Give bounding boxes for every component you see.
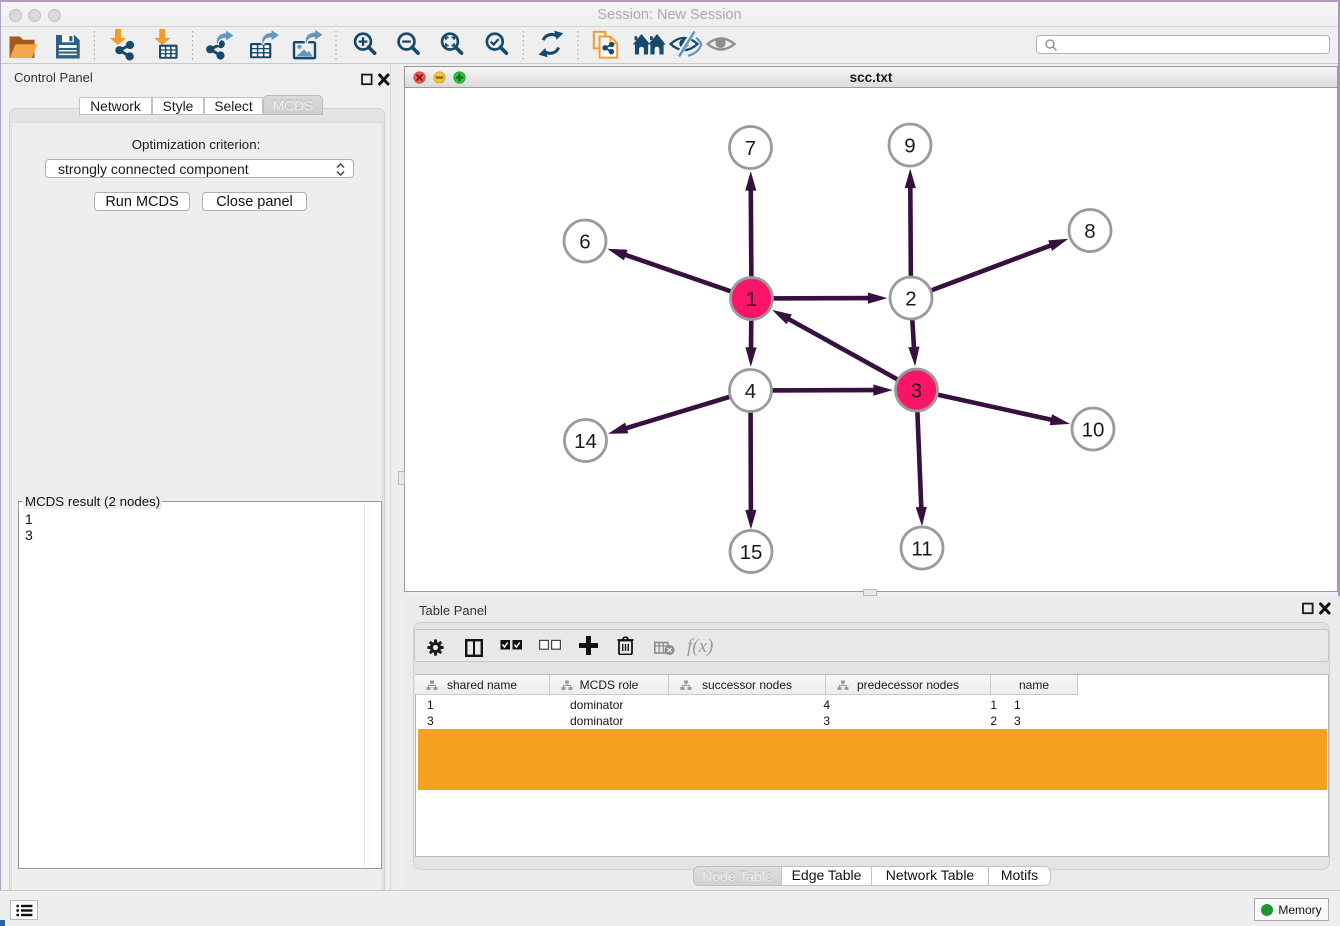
svg-text:11: 11 — [911, 538, 932, 561]
svg-text:6: 6 — [579, 231, 590, 254]
svg-text:1: 1 — [746, 288, 757, 311]
svg-text:4: 4 — [745, 380, 756, 403]
svg-text:8: 8 — [1084, 220, 1095, 243]
svg-text:10: 10 — [1082, 419, 1105, 442]
svg-text:2: 2 — [905, 288, 916, 311]
svg-text:7: 7 — [745, 137, 756, 160]
svg-text:15: 15 — [740, 541, 763, 564]
svg-text:14: 14 — [574, 430, 597, 453]
svg-text:9: 9 — [904, 135, 915, 158]
svg-text:3: 3 — [911, 380, 922, 403]
